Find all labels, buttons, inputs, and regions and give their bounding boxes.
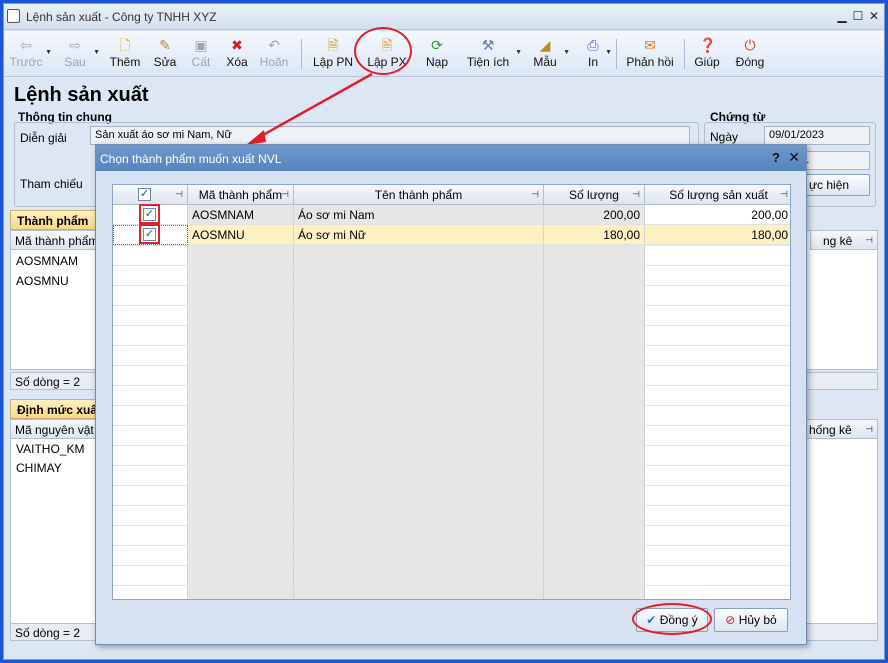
grid-header-prod-qty[interactable]: Số lượng sản xuất ⊣: [645, 185, 790, 205]
close-window-button[interactable]: ✕: [866, 8, 882, 24]
feedback-button[interactable]: ✉ Phản hồi: [624, 31, 676, 77]
highlight-ok-button: [632, 603, 712, 635]
materials-col-stat[interactable]: hống kê ⊣: [802, 419, 878, 439]
printer-icon: ⎙: [587, 37, 599, 53]
list-item[interactable]: CHIMAY: [16, 461, 62, 475]
list-item[interactable]: VAITHO_KM: [16, 442, 84, 456]
status-button[interactable]: ực hiện: [804, 174, 870, 196]
row-name: Áo sơ mi Nữ: [294, 225, 544, 245]
row-prod-qty[interactable]: 180,00: [645, 225, 790, 245]
highlight-checkbox: [139, 204, 160, 224]
dropdown-arrow-icon[interactable]: ▼: [93, 49, 100, 56]
grid-lines: [113, 225, 790, 586]
prev-button[interactable]: ⇦ Trước ▼: [8, 31, 52, 77]
save-button[interactable]: ▣ Cất: [186, 31, 216, 77]
window-title: Lệnh sản xuất - Công ty TNHH XYZ: [26, 10, 217, 24]
cancel-icon: ⊘: [725, 613, 736, 627]
dropdown-arrow-icon[interactable]: ▼: [563, 49, 570, 56]
dropdown-arrow-icon[interactable]: ▼: [605, 49, 612, 56]
app-icon: [7, 9, 20, 23]
grid-header-code[interactable]: Mã thành phẩm ⊣: [188, 185, 294, 205]
power-icon: ⏻: [744, 37, 756, 53]
grid-header-name[interactable]: Tên thành phẩm ⊣: [294, 185, 544, 205]
dropdown-arrow-icon[interactable]: ▼: [45, 49, 52, 56]
reference-label: Tham chiếu: [20, 177, 83, 191]
row-prod-qty[interactable]: 200,00: [645, 205, 790, 225]
description-label: Diễn giải: [20, 131, 67, 145]
select-product-dialog: Chọn thành phẩm muốn xuất NVL ? ✕ ✓ ⊣ Mã…: [95, 144, 807, 645]
list-item[interactable]: AOSMNU: [16, 274, 69, 288]
minimize-button[interactable]: ▁: [834, 8, 850, 24]
utilities-button[interactable]: ⚒ Tiện ích ▼: [464, 31, 522, 77]
date-field[interactable]: 09/01/2023: [764, 126, 870, 145]
pin-icon[interactable]: ⊣: [175, 189, 183, 200]
pin-icon[interactable]: ⊣: [865, 235, 873, 246]
help-icon: ❓: [699, 37, 717, 53]
refresh-icon: ⟳: [431, 37, 443, 53]
help-button[interactable]: ❓ Giúp: [692, 31, 722, 77]
tools-icon: ⚒: [481, 37, 495, 53]
next-button[interactable]: ⇨ Sau ▼: [58, 31, 100, 77]
undo-icon: ↶: [268, 37, 280, 53]
dialog-title-bar: Chọn thành phẩm muốn xuất NVL ? ✕: [96, 145, 806, 171]
new-document-icon: 🗋: [119, 37, 131, 53]
maximize-button[interactable]: ☐: [850, 8, 866, 24]
table-row[interactable]: ✓ AOSMNU Áo sơ mi Nữ 180,00 180,00: [113, 225, 790, 245]
dialog-help-button[interactable]: ?: [772, 150, 780, 165]
pin-icon[interactable]: ⊣: [780, 189, 788, 200]
toolbar-separator: [616, 39, 617, 69]
arrow-left-icon: ⇦: [20, 37, 32, 53]
edit-icon: ✎: [159, 37, 171, 53]
title-bar: Lệnh sản xuất - Công ty TNHH XYZ ▁ ☐ ✕: [4, 4, 884, 30]
template-button[interactable]: ◢ Mẫu ▼: [530, 31, 570, 77]
toolbar: ⇦ Trước ▼ ⇨ Sau ▼ 🗋 Thêm ✎ Sửa ▣ Cất ✖ Xóa ↶ Hoãn…: [4, 31, 884, 77]
grid-header-check[interactable]: ✓ ⊣: [113, 185, 188, 205]
close-button[interactable]: ⏻ Đóng: [732, 31, 768, 77]
pin-icon[interactable]: ⊣: [632, 189, 640, 200]
document-icon: 🗎: [327, 37, 339, 53]
list-item[interactable]: AOSMNAM: [16, 254, 78, 268]
grid-header-qty[interactable]: Số lượng ⊣: [544, 185, 645, 205]
dialog-close-button[interactable]: ✕: [788, 149, 800, 166]
template-icon: ◢: [539, 37, 551, 53]
pin-icon[interactable]: ⊣: [531, 189, 539, 200]
row-name: Áo sơ mi Nam: [294, 205, 544, 225]
pin-icon[interactable]: ⊣: [865, 424, 873, 435]
mail-icon: ✉: [644, 37, 656, 53]
cancel-button[interactable]: ⊘ Hủy bỏ: [714, 608, 788, 632]
dropdown-arrow-icon[interactable]: ▼: [515, 49, 522, 56]
products-col-stat[interactable]: ng kê ⊣: [810, 230, 878, 250]
print-button[interactable]: ⎙ In ▼: [580, 31, 612, 77]
select-all-checkbox[interactable]: ✓: [138, 188, 151, 201]
row-qty: 200,00: [544, 205, 645, 225]
pin-icon[interactable]: ⊣: [281, 189, 289, 200]
highlight-checkbox: [139, 224, 160, 244]
delete-icon: ✖: [231, 37, 243, 53]
arrow-right-icon: ⇨: [69, 37, 81, 53]
product-grid: ✓ ⊣ Mã thành phẩm ⊣ Tên thành phẩm ⊣ Số lư…: [112, 184, 791, 600]
page-title: Lệnh sản xuất: [14, 84, 149, 106]
row-qty: 180,00: [544, 225, 645, 245]
reload-button[interactable]: ⟳ Nạp: [422, 31, 452, 77]
date-label: Ngày: [710, 130, 739, 144]
dialog-title: Chọn thành phẩm muốn xuất NVL: [100, 152, 282, 166]
add-button[interactable]: 🗋 Thêm: [107, 31, 143, 77]
row-code: AOSMNU: [188, 225, 294, 245]
table-row[interactable]: ✓ AOSMNAM Áo sơ mi Nam 200,00 200,00: [113, 205, 790, 225]
row-code: AOSMNAM: [188, 205, 294, 225]
floppy-icon: ▣: [194, 37, 208, 53]
edit-button[interactable]: ✎ Sửa: [150, 31, 180, 77]
toolbar-separator: [684, 39, 685, 69]
